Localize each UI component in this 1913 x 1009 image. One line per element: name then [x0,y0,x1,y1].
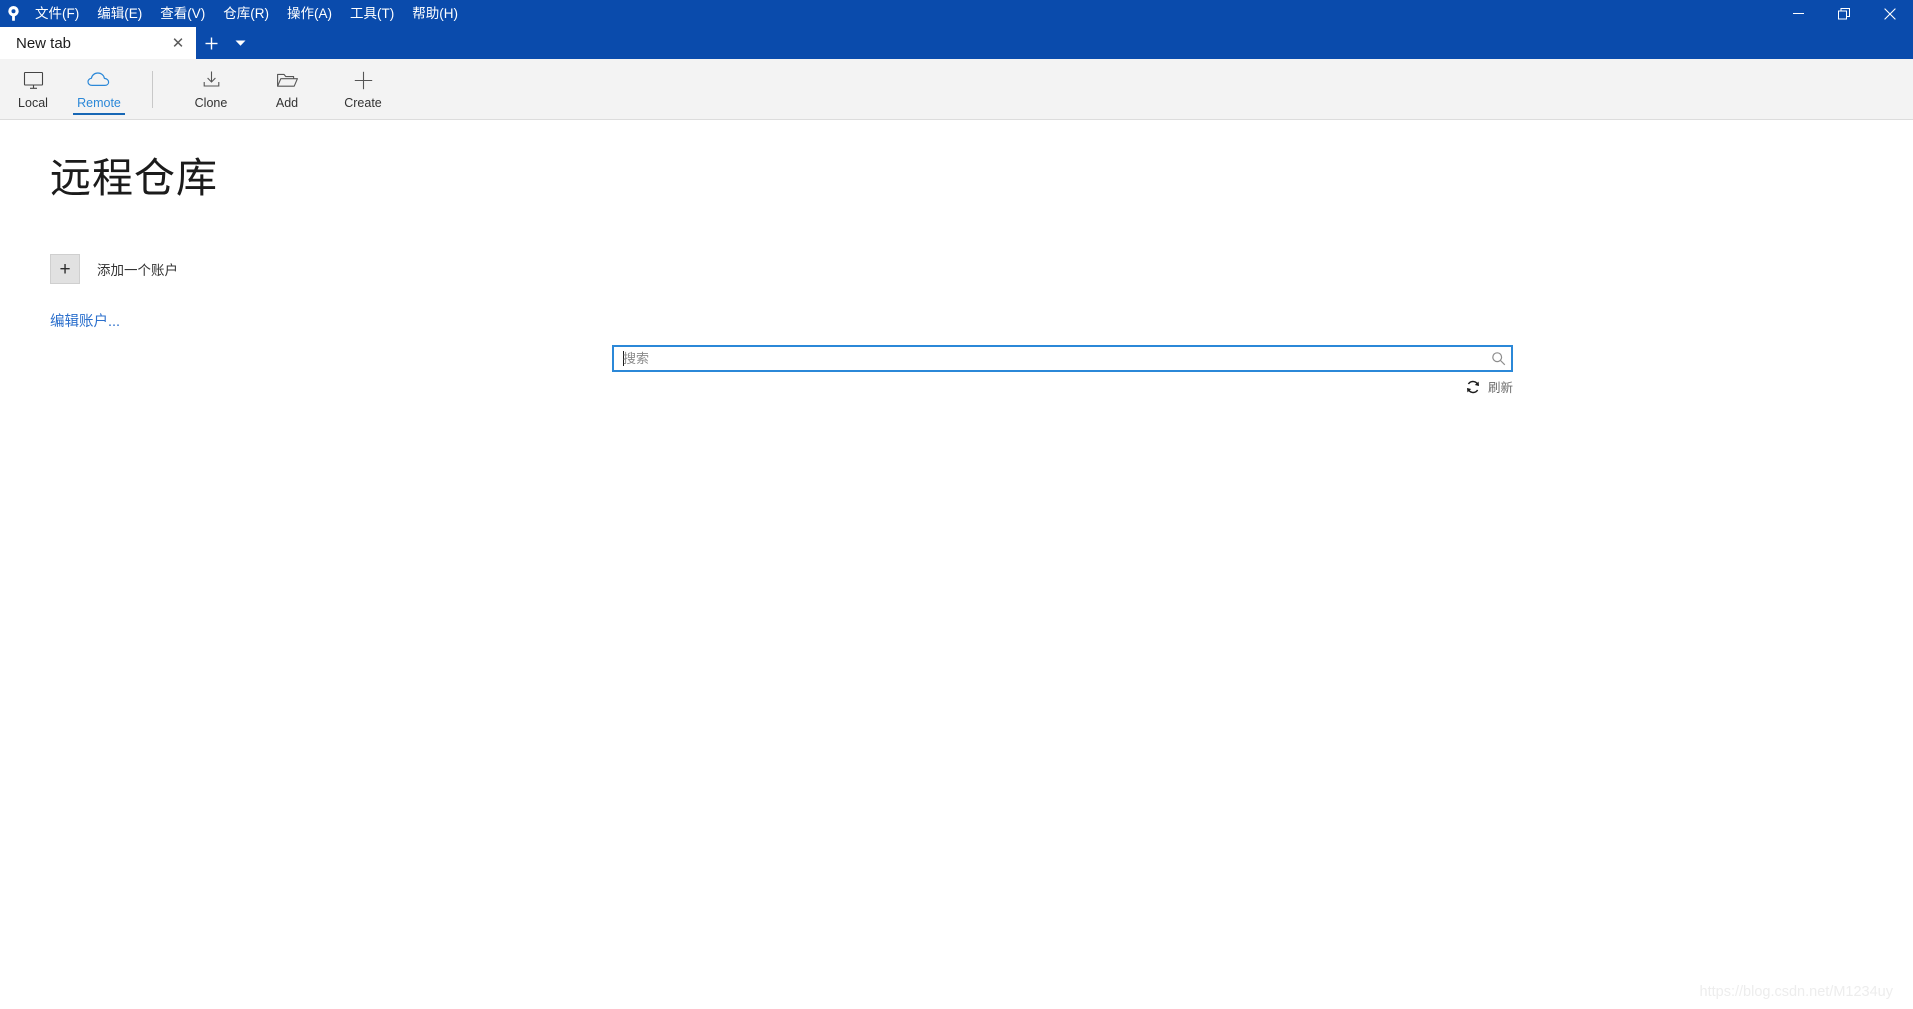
toolbar-button-add[interactable]: Add [249,59,325,119]
toolbar-label-local: Local [18,96,48,110]
add-account-button[interactable]: + [50,254,80,284]
minimize-button[interactable] [1775,0,1821,27]
page-title: 远程仓库 [50,155,218,201]
edit-accounts-link[interactable]: 编辑账户... [50,310,120,331]
plus-icon [353,68,374,92]
menu-view[interactable]: 查看(V) [151,0,214,27]
watermark: https://blog.csdn.net/M1234uy [1699,984,1893,1000]
menu-edit[interactable]: 编辑(E) [88,0,151,27]
refresh-icon [1466,379,1481,394]
refresh-label: 刷新 [1487,381,1513,395]
folder-open-icon [276,68,299,92]
new-tab-button[interactable] [196,27,226,59]
plus-icon [205,37,217,49]
monitor-icon [23,68,44,92]
toolbar-label-clone: Clone [194,96,228,110]
menu-tools[interactable]: 工具(T) [341,0,403,27]
toolbar-scope-group: Local Remote [0,59,132,119]
restore-icon [1838,7,1850,19]
menu-repository[interactable]: 仓库(R) [214,0,278,27]
menu-file[interactable]: 文件(F) [26,0,88,27]
restore-button[interactable] [1821,0,1867,27]
search-area: 刷新 [612,345,1513,395]
add-account-row: + 添加一个账户 [50,254,178,284]
minimize-icon [1792,13,1804,14]
search-icon[interactable] [1485,351,1511,366]
close-icon [1884,7,1896,20]
menu-help[interactable]: 帮助(H) [403,0,467,27]
toolbar-label-create: Create [344,96,382,110]
search-box[interactable] [612,345,1513,372]
toolbar-separator [152,71,153,108]
toolbar-label-add: Add [275,96,299,110]
toolbar-button-clone[interactable]: Clone [173,59,249,119]
chevron-down-icon [235,40,245,46]
window-controls [1775,0,1913,27]
cloud-icon [86,68,112,92]
toolbar-label-remote: Remote [77,96,121,110]
menu-actions[interactable]: 操作(A) [278,0,341,27]
application-window: 文件(F) 编辑(E) 查看(V) 仓库(R) 操作(A) 工具(T) 帮助(H… [0,0,1913,1009]
main-content: 远程仓库 + 添加一个账户 编辑账户... 搜索 刷新 https://blog… [0,120,1913,1009]
close-icon[interactable]: ✕ [166,31,190,55]
toolbar-button-remote[interactable]: Remote [66,59,132,119]
title-bar: 文件(F) 编辑(E) 查看(V) 仓库(R) 操作(A) 工具(T) 帮助(H… [0,0,1913,27]
tab-list-button[interactable] [226,27,254,59]
refresh-button[interactable]: 刷新 [1466,377,1513,396]
close-button[interactable] [1867,0,1913,27]
toolbar-action-group: Clone Add Create [173,59,401,119]
fork-app-icon [0,0,26,27]
tab-new-tab[interactable]: New tab ✕ [0,27,196,59]
toolbar-button-create[interactable]: Create [325,59,401,119]
toolbar-button-local[interactable]: Local [0,59,66,119]
active-tab-underline [73,112,125,115]
tab-strip: New tab ✕ [0,27,1913,59]
tab-title: New tab [16,34,72,52]
clone-download-icon [201,68,222,92]
search-input[interactable] [623,348,1485,369]
menu-bar: 文件(F) 编辑(E) 查看(V) 仓库(R) 操作(A) 工具(T) 帮助(H… [26,0,1775,27]
main-toolbar: Local Remote Clone Add Create [0,59,1913,120]
add-account-label: 添加一个账户 [97,263,178,278]
